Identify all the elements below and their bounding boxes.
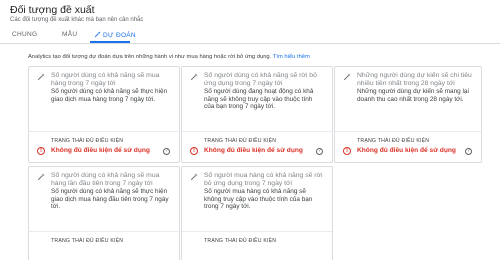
- audience-card[interactable]: Số người dùng có khả năng sẽ mua hàng lầ…: [28, 166, 180, 260]
- magic-wand-icon: [343, 73, 351, 81]
- audience-card[interactable]: Số người dùng có khả năng sẽ rời bỏ ứng …: [181, 66, 333, 163]
- card-description: Số người mua hàng có khả năng sẽ không t…: [204, 188, 313, 211]
- eligibility-status: Không đủ điều kiện để sử dụng: [357, 147, 456, 154]
- card-title: Số người dùng có khả năng sẽ rời bỏ ứng …: [204, 72, 317, 87]
- eligibility-status-label: TRẠNG THÁI ĐỦ ĐIỀU KIỆN: [51, 138, 124, 144]
- card-title: Số người dùng có khả năng sẽ mua hàng lầ…: [51, 172, 160, 187]
- eligibility-status-label: TRẠNG THÁI ĐỦ ĐIỀU KIỆN: [204, 138, 277, 144]
- card-description: Số người dùng có khả năng sẽ thực hiện g…: [51, 88, 168, 103]
- card-description: Số người dùng đang hoạt động có khả năng…: [204, 88, 314, 111]
- tab-predictive-label: DỰ ĐOÁN: [103, 32, 136, 39]
- tab-predictive[interactable]: DỰ ĐOÁN: [94, 31, 136, 39]
- magic-wand-icon: [37, 73, 45, 81]
- card-description: Những người dùng dự kiến sẽ mang lại doa…: [357, 88, 469, 103]
- magic-wand-icon: [37, 173, 45, 181]
- error-icon: !: [190, 147, 198, 155]
- card-title: Số người dùng có khả năng sẽ mua hàng tr…: [51, 72, 160, 87]
- eligibility-status-label: TRẠNG THÁI ĐỦ ĐIỀU KIỆN: [204, 238, 277, 244]
- tab-bar: CHUNG MẪU DỰ ĐOÁN: [0, 30, 500, 44]
- error-icon: !: [343, 147, 351, 155]
- predictive-description: Analytics tạo đối tượng dự đoán dựa trên…: [28, 54, 310, 60]
- eligibility-status-label: TRẠNG THÁI ĐỦ ĐIỀU KIỆN: [51, 238, 124, 244]
- page-header: Đối tượng đề xuất Các đối tượng đề xuất …: [10, 4, 143, 23]
- eligibility-status: Không đủ điều kiện để sử dụng: [204, 147, 303, 154]
- error-icon: !: [37, 147, 45, 155]
- audience-card[interactable]: Những người dùng dự kiến sẽ chi tiêu nhi…: [334, 66, 482, 163]
- page-subtitle: Các đối tượng đề xuất khác mà bạn nên câ…: [10, 17, 144, 23]
- tab-general[interactable]: CHUNG: [12, 31, 37, 38]
- card-title: Số người mua hàng có khả năng sẽ rời bỏ …: [204, 172, 323, 187]
- eligibility-status: Không đủ điều kiện để sử dụng: [51, 147, 150, 154]
- magic-wand-icon: [190, 73, 198, 81]
- audience-card[interactable]: Số người mua hàng có khả năng sẽ rời bỏ …: [181, 166, 333, 260]
- magic-wand-icon: [190, 173, 198, 181]
- learn-more-link[interactable]: Tìm hiểu thêm: [273, 54, 310, 60]
- card-description: Số người dùng có khả năng sẽ thực hiện g…: [51, 188, 169, 211]
- audience-card[interactable]: Số người dùng có khả năng sẽ mua hàng tr…: [28, 66, 180, 163]
- page-title: Đối tượng đề xuất: [10, 4, 95, 16]
- active-tab-indicator: [90, 41, 130, 43]
- help-icon[interactable]: ?: [465, 148, 472, 155]
- tab-templates[interactable]: MẪU: [62, 31, 77, 38]
- help-icon[interactable]: ?: [163, 148, 170, 155]
- magic-wand-icon: [94, 31, 101, 38]
- help-icon[interactable]: ?: [316, 148, 323, 155]
- description-text: Analytics tạo đối tượng dự đoán dựa trên…: [28, 54, 272, 60]
- eligibility-status-label: TRẠNG THÁI ĐỦ ĐIỀU KIỆN: [357, 138, 430, 144]
- card-title: Những người dùng dự kiến sẽ chi tiêu nhi…: [357, 72, 472, 87]
